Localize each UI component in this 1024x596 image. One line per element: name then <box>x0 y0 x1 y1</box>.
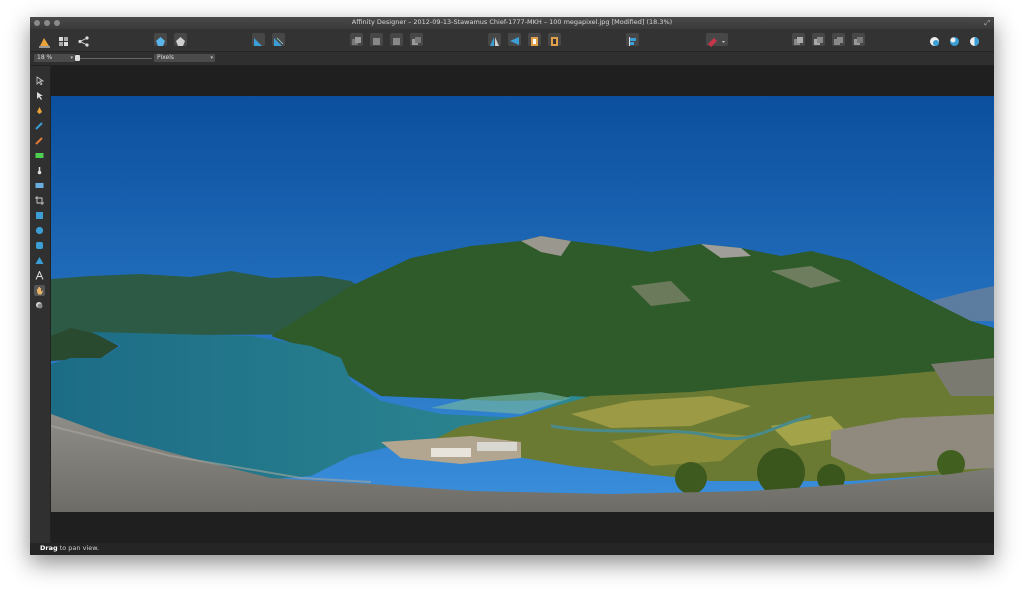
styles-icon[interactable] <box>968 33 981 46</box>
boolean-intersect-icon[interactable] <box>832 33 845 46</box>
pencil-tool-icon[interactable] <box>34 120 45 131</box>
boolean-divide-icon[interactable] <box>852 33 865 46</box>
symbols-icon[interactable] <box>174 33 187 46</box>
brush-tool-icon[interactable] <box>34 135 45 146</box>
rotate-right-icon[interactable] <box>548 33 561 46</box>
snapping-options-icon[interactable] <box>272 33 285 46</box>
document-canvas[interactable] <box>51 66 994 543</box>
title-bar: Affinity Designer – 2012-09-13-Stawamus … <box>30 17 994 29</box>
tools-panel <box>30 66 51 543</box>
align-icon[interactable] <box>626 33 639 46</box>
boolean-add-icon[interactable] <box>792 33 805 46</box>
hand-tool-icon[interactable] <box>34 285 45 296</box>
arrange-back-icon[interactable] <box>350 33 363 46</box>
rectangle-tool-icon[interactable] <box>34 210 45 221</box>
flip-vertical-icon[interactable] <box>508 33 521 46</box>
app-window: Affinity Designer – 2012-09-13-Stawamus … <box>30 17 994 555</box>
layers-icon[interactable] <box>928 33 941 46</box>
fullscreen-icon[interactable]: ⤢ <box>984 19 990 28</box>
crop-tool-icon[interactable] <box>34 195 45 206</box>
text-tool-icon[interactable] <box>34 270 45 281</box>
units-value: Pixels <box>157 54 175 61</box>
arrange-backward-icon[interactable] <box>370 33 383 46</box>
pixel-persona-icon[interactable] <box>57 33 70 46</box>
chevron-down-icon: ▾ <box>70 55 73 61</box>
fill-bucket-tool-icon[interactable] <box>34 165 45 176</box>
boolean-subtract-icon[interactable] <box>812 33 825 46</box>
triangle-tool-icon[interactable] <box>34 255 45 266</box>
status-bar: Drag to pan view. <box>30 543 994 555</box>
zoom-value: 18 % <box>37 54 53 61</box>
snapping-icon[interactable] <box>252 33 265 46</box>
landscape-photo <box>51 96 994 512</box>
pen-tool-icon[interactable] <box>34 105 45 116</box>
fill-tool-icon[interactable] <box>34 150 45 161</box>
status-hint-text: to pan view. <box>57 544 100 552</box>
context-toolbar: 18 % ▾ Pixels ▾ <box>30 52 994 66</box>
node-tool-icon[interactable] <box>34 90 45 101</box>
units-select[interactable]: Pixels ▾ <box>154 54 215 62</box>
zoom-slider-track[interactable] <box>76 58 152 59</box>
zoom-slider-handle[interactable] <box>75 55 80 61</box>
status-hint: Drag to pan view. <box>40 544 99 552</box>
color-picker-icon[interactable] <box>706 33 728 47</box>
zoom-select[interactable]: 18 % ▾ <box>34 54 75 62</box>
rounded-rectangle-tool-icon[interactable] <box>34 240 45 251</box>
flip-horizontal-icon[interactable] <box>488 33 501 46</box>
zoom-tool-icon[interactable] <box>34 300 45 311</box>
transparency-tool-icon[interactable] <box>34 180 45 191</box>
move-tool-icon[interactable] <box>34 75 45 86</box>
chevron-down-icon: ▾ <box>210 55 213 61</box>
main-toolbar <box>30 29 994 52</box>
rotate-left-icon[interactable] <box>528 33 541 46</box>
gallery-icon[interactable] <box>154 33 167 46</box>
window-title: Affinity Designer – 2012-09-13-Stawamus … <box>351 18 673 26</box>
arrange-front-icon[interactable] <box>410 33 423 46</box>
status-hint-action: Drag <box>40 544 58 552</box>
effects-icon[interactable] <box>948 33 961 46</box>
ellipse-tool-icon[interactable] <box>34 225 45 236</box>
share-icon[interactable] <box>77 33 90 47</box>
designer-persona-icon[interactable] <box>38 33 51 48</box>
arrange-forward-icon[interactable] <box>390 33 403 46</box>
